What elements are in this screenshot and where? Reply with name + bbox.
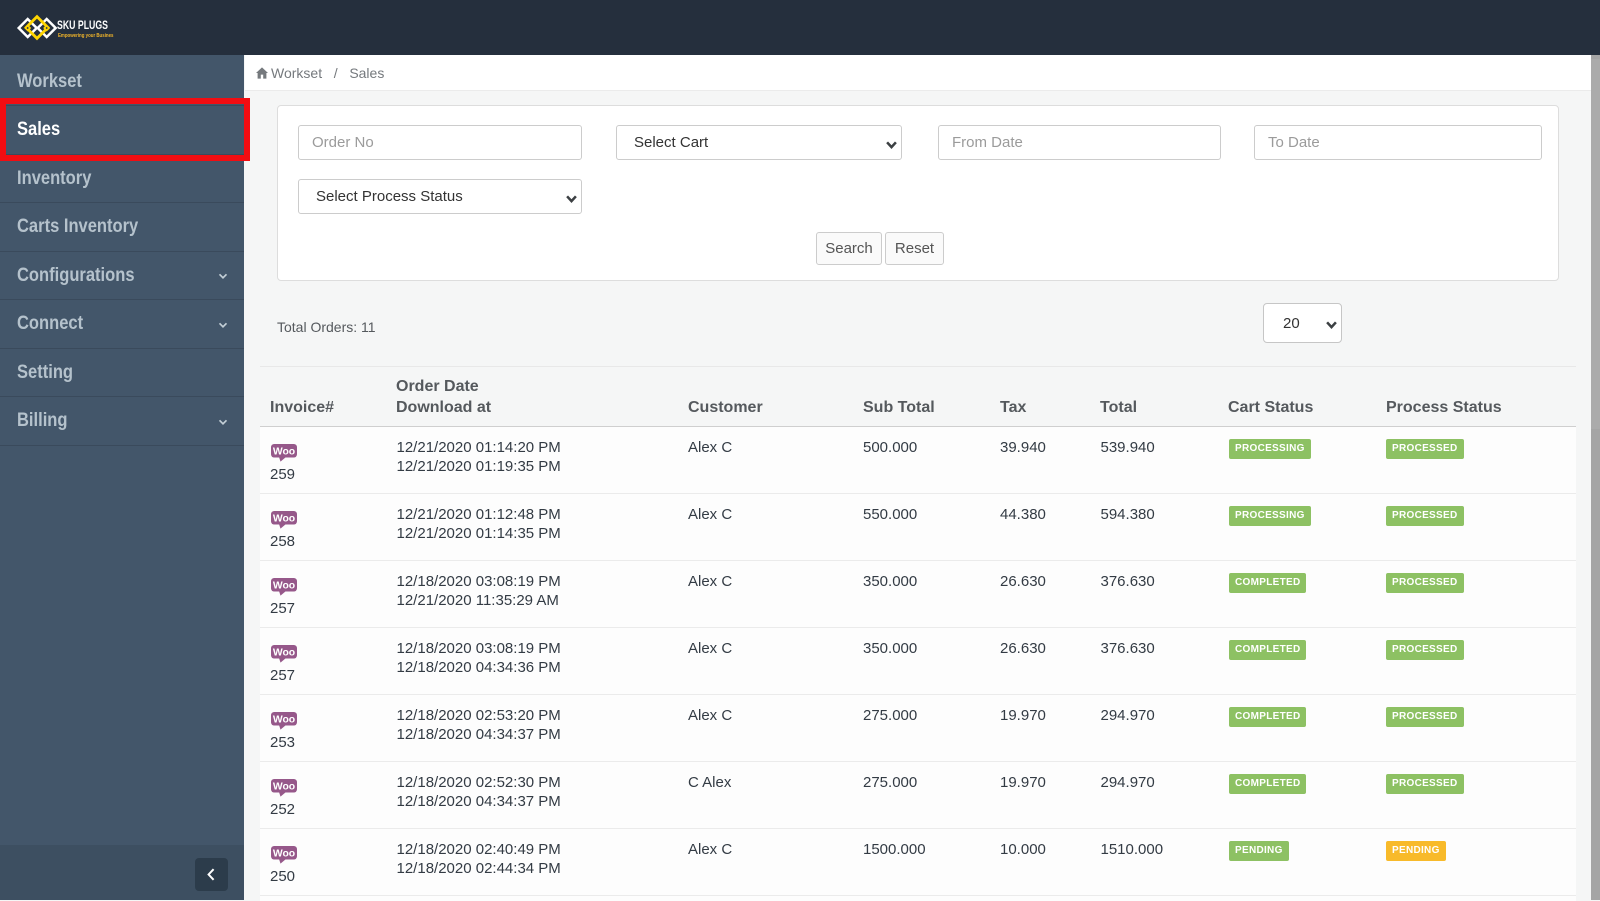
- svg-text:Woo: Woo: [273, 781, 295, 792]
- svg-text:Woo: Woo: [273, 446, 295, 457]
- svg-text:Woo: Woo: [273, 714, 295, 725]
- svg-text:Woo: Woo: [273, 580, 295, 591]
- svg-text:Woo: Woo: [273, 647, 295, 658]
- svg-text:Woo: Woo: [273, 848, 295, 859]
- svg-text:Woo: Woo: [273, 513, 295, 524]
